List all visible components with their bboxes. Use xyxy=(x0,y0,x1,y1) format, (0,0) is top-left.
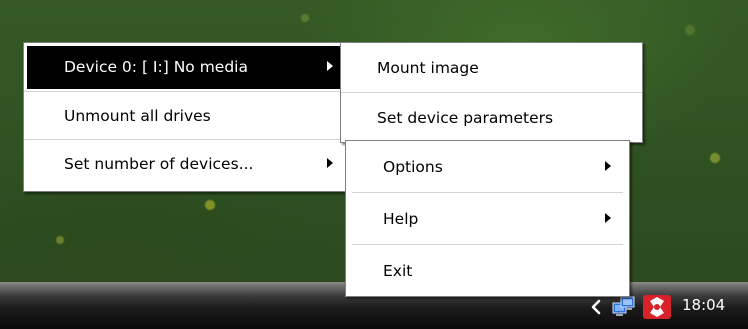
menu-item-device-0[interactable]: Device 0: [ I:] No media xyxy=(24,43,348,91)
menu-item-set-device-parameters[interactable]: Set device parameters xyxy=(341,93,642,142)
submenu-arrow-icon xyxy=(604,210,612,228)
submenu-arrow-icon xyxy=(604,158,612,176)
submenu-arrow-icon xyxy=(326,58,334,76)
menu-item-mount-image[interactable]: Mount image xyxy=(341,43,642,92)
menu-item-label: Device 0: [ I:] No media xyxy=(64,58,248,76)
menu-item-unmount-all-drives[interactable]: Unmount all drives xyxy=(24,92,348,139)
chevron-left-icon[interactable] xyxy=(588,298,604,316)
menu-item-help[interactable]: Help xyxy=(346,193,629,244)
daemon-tools-icon[interactable] xyxy=(642,294,672,320)
device-submenu: Mount image Set device parameters xyxy=(340,42,643,143)
tray-clock[interactable]: 18:04 xyxy=(682,296,725,314)
menu-item-label: Help xyxy=(383,209,419,228)
network-icon[interactable] xyxy=(611,295,637,319)
menu-item-options[interactable]: Options xyxy=(346,141,629,192)
menu-item-label: Mount image xyxy=(377,58,479,77)
submenu-arrow-icon xyxy=(326,155,334,173)
menu-item-exit[interactable]: Exit xyxy=(346,245,629,296)
menu-item-set-number-of-devices[interactable]: Set number of devices... xyxy=(24,140,348,188)
menu-item-label: Set number of devices... xyxy=(64,155,254,173)
menu-item-label: Options xyxy=(383,157,443,176)
menu-item-label: Unmount all drives xyxy=(64,106,211,125)
options-menu: Options Help Exit xyxy=(345,140,630,297)
context-menu: Device 0: [ I:] No media Unmount all dri… xyxy=(23,42,349,192)
menu-item-label: Exit xyxy=(383,261,413,280)
menu-item-label: Set device parameters xyxy=(377,108,554,127)
